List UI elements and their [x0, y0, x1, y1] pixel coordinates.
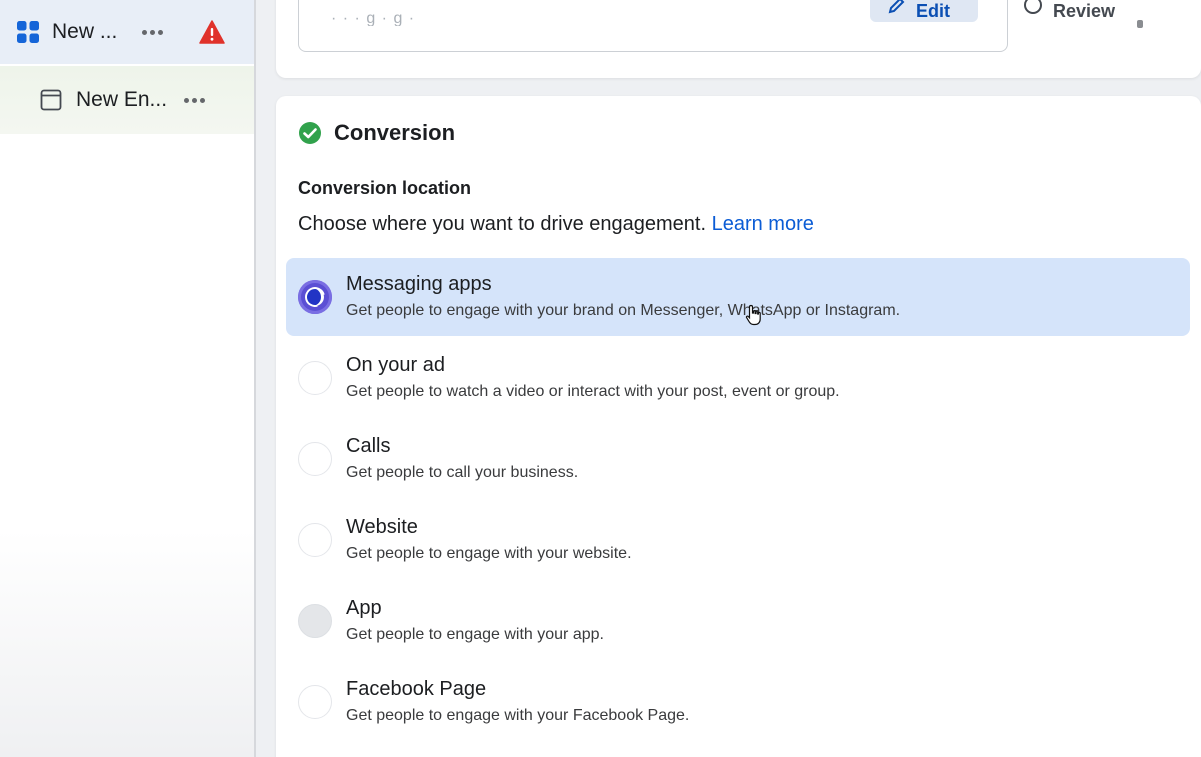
radio-button[interactable] — [298, 523, 332, 557]
option-description: Get people to engage with your app. — [346, 626, 604, 643]
review-button-label: Review — [1053, 1, 1116, 21]
pencil-icon — [888, 0, 905, 14]
conversion-card: Conversion Conversion location Choose wh… — [276, 96, 1201, 757]
radio-button-disabled[interactable] — [298, 604, 332, 638]
edit-button[interactable]: Edit — [870, 0, 978, 22]
sidebar: New ... New En... — [0, 0, 256, 757]
edit-button-label: Edit — [916, 1, 950, 21]
previous-input-text-fragment: · · · g · g · — [331, 12, 416, 26]
sidebar-item-adset[interactable]: New En... — [0, 66, 254, 134]
warning-icon — [199, 20, 225, 44]
more-options-icon[interactable] — [184, 97, 205, 103]
sidebar-campaign-label: New ... — [52, 20, 118, 43]
previous-section-fragment — [1137, 20, 1143, 28]
option-description: Get people to engage with your Facebook … — [346, 707, 690, 724]
option-title: Website — [346, 516, 418, 538]
grid-icon — [17, 21, 39, 43]
review-button[interactable]: Review — [1005, 0, 1125, 22]
check-circle-icon — [299, 122, 321, 144]
sidebar-item-campaign[interactable]: New ... — [0, 0, 254, 64]
option-title: App — [346, 597, 382, 619]
option-description: Get people to watch a video or interact … — [346, 383, 840, 400]
radio-button[interactable] — [298, 442, 332, 476]
review-icon — [1024, 0, 1042, 14]
option-title: Facebook Page — [346, 678, 487, 700]
option-calls[interactable]: Calls Get people to call your business. — [286, 420, 1190, 498]
option-website[interactable]: Website Get people to engage with your w… — [286, 501, 1190, 579]
conversion-header: Conversion — [298, 120, 455, 146]
page-icon — [40, 89, 62, 111]
sidebar-adset-label: New En... — [76, 88, 168, 111]
option-description: Get people to engage with your brand on … — [346, 302, 901, 319]
option-messaging-apps[interactable]: Messaging apps Get people to engage with… — [286, 258, 1190, 336]
conversion-options: Messaging apps Get people to engage with… — [286, 258, 1190, 744]
option-title: On your ad — [346, 354, 445, 376]
option-facebook-page[interactable]: Facebook Page Get people to engage with … — [286, 663, 1190, 741]
hand-cursor-icon — [745, 304, 761, 326]
radio-button-selected[interactable] — [298, 280, 332, 314]
option-app[interactable]: App Get people to engage with your app. — [286, 582, 1190, 660]
learn-more-link[interactable]: Learn more — [712, 213, 814, 235]
conversion-location-description: Choose where you want to drive engagemen… — [298, 213, 814, 236]
option-on-your-ad[interactable]: On your ad Get people to watch a video o… — [286, 339, 1190, 417]
radio-button[interactable] — [298, 361, 332, 395]
option-description: Get people to call your business. — [346, 464, 579, 481]
radio-button[interactable] — [298, 685, 332, 719]
more-options-icon[interactable] — [142, 29, 163, 35]
location-description-text: Choose where you want to drive engagemen… — [298, 213, 707, 235]
option-title: Messaging apps — [346, 273, 492, 295]
option-title: Calls — [346, 435, 391, 457]
section-title: Conversion — [334, 120, 456, 145]
option-description: Get people to engage with your website. — [346, 545, 632, 562]
conversion-location-title: Conversion location — [298, 178, 472, 198]
